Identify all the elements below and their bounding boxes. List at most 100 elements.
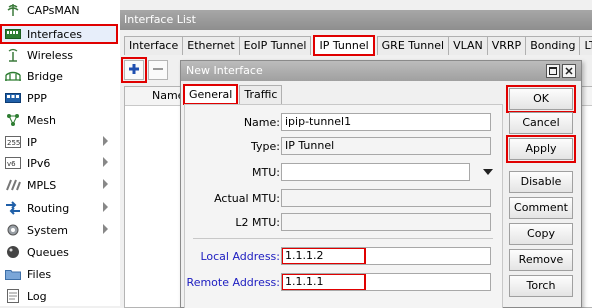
cancel-button[interactable]: Cancel [509,112,573,134]
local-address-label: Local Address: [200,250,280,263]
ip-icon: 255 [5,134,21,150]
tab-ethernet[interactable]: Ethernet [182,36,240,55]
sidebar-item-ip[interactable]: 255 IP [0,132,118,152]
submenu-arrow-icon [103,224,108,234]
copy-button[interactable]: Copy [509,223,573,245]
sidebar-item-label: Routing [27,201,70,215]
remote-address-value: 1.1.1.1 [282,274,366,290]
mtu-field[interactable] [281,163,470,181]
tab-traffic[interactable]: Traffic [239,85,283,104]
local-address-field[interactable]: 1.1.1.2 [281,247,491,265]
interface-tabs: Interface Ethernet EoIP Tunnel IP Tunnel… [124,35,592,56]
sidebar-item-mpls[interactable]: MPLS [0,175,118,195]
type-row: Type: IP Tunnel [185,137,502,157]
mpls-icon [5,177,21,193]
tab-general[interactable]: General [182,84,239,105]
close-button[interactable] [562,64,576,78]
ipv6-icon: v6 [5,155,21,171]
submenu-arrow-icon [103,136,108,146]
sidebar-item-bridge[interactable]: Bridge [0,66,118,86]
tab-vrrp[interactable]: VRRP [486,36,527,55]
close-icon [565,65,573,78]
tab-interface[interactable]: Interface [124,36,184,55]
sidebar-item-label: Mesh [27,113,56,127]
sidebar-item-label: CAPsMAN [27,3,80,17]
sidebar-item-label: IPv6 [27,156,51,170]
submenu-arrow-icon [103,202,108,212]
maximize-button[interactable] [546,64,560,78]
sidebar-item-label: Bridge [27,69,63,83]
sidebar-item-capsman[interactable]: CAPsMAN [0,0,118,20]
interfaces-icon [5,26,21,42]
ok-button[interactable]: OK [506,85,576,113]
separator [193,238,493,239]
routing-icon [5,200,21,216]
actual-mtu-label: Actual MTU: [214,192,280,205]
remove-button[interactable] [148,60,168,80]
sidebar-item-mesh[interactable]: Mesh [0,110,118,130]
torch-button[interactable]: Torch [509,275,573,297]
local-address-value: 1.1.1.2 [282,248,366,264]
queues-icon [5,244,21,260]
sidebar-item-label: Interfaces [27,27,82,41]
capsman-icon [5,2,21,18]
svg-text:255: 255 [7,139,20,147]
remote-address-row: Remote Address: 1.1.1.1 [185,273,502,293]
log-icon [5,288,21,304]
submenu-arrow-icon [103,157,108,167]
sidebar-item-files[interactable]: Files [0,264,118,284]
local-address-row: Local Address: 1.1.1.2 [185,247,502,267]
add-button[interactable] [121,57,147,83]
type-label: Type: [251,140,280,153]
dialog-title: New Interface [181,61,581,81]
sidebar-item-label: Files [27,267,52,281]
window-title: Interface List [120,10,592,30]
ppp-icon [5,90,21,106]
sidebar-item-label: Queues [27,245,69,259]
remove-interface-button[interactable]: Remove [509,249,573,271]
name-field[interactable]: ipip-tunnel1 [281,113,491,131]
sidebar-item-label: System [27,223,69,237]
sidebar-item-log[interactable]: Log [0,286,118,306]
svg-text:v6: v6 [7,160,16,168]
l2-mtu-label: L2 MTU: [235,216,280,229]
sidebar-item-label: IP [27,135,37,149]
dialog-tabs: General Traffic [182,84,283,105]
wireless-icon [5,47,21,63]
comment-button[interactable]: Comment [509,197,573,219]
apply-button[interactable]: Apply [506,135,576,163]
remote-address-field[interactable]: 1.1.1.1 [281,273,491,291]
files-icon [5,266,21,282]
sidebar-item-queues[interactable]: Queues [0,242,118,262]
remote-address-label: Remote Address: [186,276,280,289]
sidebar-item-wireless[interactable]: Wireless [0,45,118,65]
name-label: Name: [243,116,280,129]
bridge-icon [5,68,21,84]
tab-bonding[interactable]: Bonding [525,36,581,55]
submenu-arrow-icon [103,179,108,189]
system-icon [5,222,21,238]
type-field: IP Tunnel [281,137,491,155]
sidebar-item-label: MPLS [27,178,57,192]
mtu-label: MTU: [252,166,280,179]
disable-button[interactable]: Disable [509,171,573,193]
sidebar-item-routing[interactable]: Routing [0,198,118,218]
mesh-icon [5,112,21,128]
dropdown-arrow-icon[interactable] [483,169,493,175]
l2-mtu-row: L2 MTU: [185,213,502,233]
l2-mtu-field [281,213,491,231]
maximize-icon [549,65,557,78]
sidebar-item-interfaces[interactable]: Interfaces [0,24,118,44]
tab-vlan[interactable]: VLAN [448,36,488,55]
sidebar-item-ipv6[interactable]: v6 IPv6 [0,153,118,173]
sidebar: CAPsMAN Interfaces Wireless Bridge PPP M… [0,0,121,306]
mtu-row: MTU: [185,163,502,183]
tab-eoip-tunnel[interactable]: EoIP Tunnel [238,36,312,55]
new-interface-dialog: New Interface General Traffic Name: ipip… [180,60,582,308]
sidebar-item-ppp[interactable]: PPP [0,88,118,108]
tab-ip-tunnel[interactable]: IP Tunnel [313,35,375,56]
tab-lte[interactable]: LTE [579,36,592,55]
tab-gre-tunnel[interactable]: GRE Tunnel [376,36,450,55]
sidebar-item-system[interactable]: System [0,220,118,240]
general-panel: Name: ipip-tunnel1 Type: IP Tunnel MTU: … [184,104,503,308]
